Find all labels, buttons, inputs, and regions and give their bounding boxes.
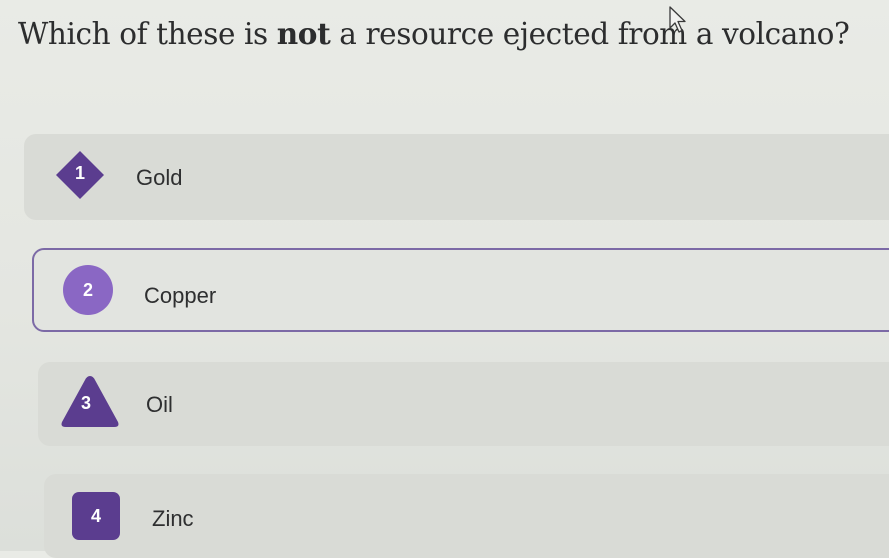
option-number: 2 — [82, 280, 93, 300]
question-prefix: Which of these is — [18, 17, 277, 51]
option-label: Copper — [144, 283, 217, 308]
option-label: Oil — [146, 392, 173, 417]
question-suffix: a resource ejected from a volcano? — [330, 17, 850, 51]
square-icon: 4 — [70, 490, 122, 542]
option-number: 4 — [90, 506, 101, 526]
option-number: 1 — [74, 163, 85, 183]
triangle-icon: 3 — [60, 374, 119, 427]
answer-option-2[interactable]: 2 Copper — [32, 248, 889, 332]
answer-option-1[interactable]: 1 Gold — [24, 134, 889, 220]
circle-icon: 2 — [62, 264, 114, 316]
option-label: Zinc — [152, 506, 194, 531]
question-text: Which of these is not a resource ejected… — [18, 16, 889, 51]
option-label: Gold — [136, 165, 183, 190]
question-emphasis: not — [276, 16, 331, 51]
mouse-pointer-icon — [668, 6, 692, 41]
option-number: 3 — [80, 393, 91, 413]
diamond-icon: 1 — [54, 149, 106, 201]
answer-option-3[interactable]: 3 Oil — [38, 362, 889, 446]
answer-option-4[interactable]: 4 Zinc — [44, 474, 889, 558]
